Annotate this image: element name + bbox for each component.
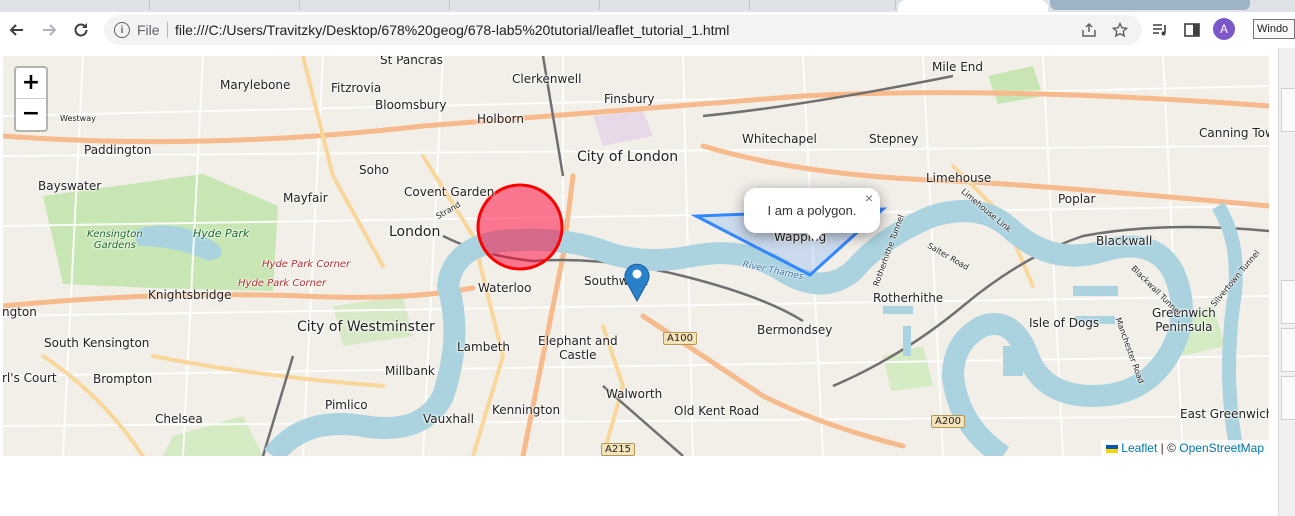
road-shield: A100 <box>663 332 697 345</box>
back-arrow-icon[interactable] <box>5 18 29 42</box>
place-label: Old Kent Road <box>674 404 760 418</box>
park-label: Hyde Park <box>193 227 250 240</box>
place-label: Chelsea <box>155 412 203 426</box>
road-shield: A215 <box>601 443 635 456</box>
place-label: Pimlico <box>325 398 368 412</box>
place-label: Poplar <box>1058 192 1096 206</box>
place-label: Paddington <box>84 143 152 157</box>
place-label: Blackwall <box>1096 234 1153 248</box>
browser-tab[interactable] <box>452 0 600 10</box>
profile-avatar[interactable]: A <box>1213 18 1235 40</box>
place-label: Bayswater <box>38 179 102 193</box>
place-label: Soho <box>359 163 389 177</box>
place-label: City of London <box>577 149 679 165</box>
popup-tip <box>806 232 824 241</box>
place-label: Knightsbridge <box>148 288 232 302</box>
zoom-out-button[interactable]: − <box>16 98 46 128</box>
osm-link[interactable]: OpenStreetMap <box>1179 441 1264 455</box>
place-label: Bermondsey <box>757 323 833 337</box>
road-shield: A200 <box>931 415 965 428</box>
place-label: Mayfair <box>283 191 328 205</box>
place-label: Bloomsbury <box>375 98 447 112</box>
popup-close-button[interactable]: × <box>862 191 876 205</box>
place-label: rl's Court <box>3 371 57 385</box>
forward-arrow-icon[interactable] <box>37 18 61 42</box>
browser-toolbar: i File file:///C:/Users/Travitzky/Deskto… <box>0 12 1295 48</box>
map-attribution: Leaflet | © OpenStreetMap <box>1101 440 1269 456</box>
browser-tab[interactable] <box>302 0 450 10</box>
park-label: Kensington Gardens <box>87 229 143 251</box>
place-label: Limehouse <box>926 171 992 185</box>
road-label: Hyde Park Corner <box>262 259 351 270</box>
address-bar[interactable]: i File file:///C:/Users/Travitzky/Deskto… <box>104 15 1142 45</box>
window-tooltip: Windo <box>1253 19 1295 39</box>
taskbar-item[interactable] <box>1281 328 1295 372</box>
place-label: Kennington <box>492 403 561 417</box>
place-label: Isle of Dogs <box>1029 316 1100 330</box>
tab-strip <box>0 0 1295 12</box>
place-label: Waterloo <box>478 281 532 295</box>
place-label: Finsbury <box>604 92 655 106</box>
place-label: South Kensington <box>44 336 150 350</box>
place-label: Millbank <box>385 364 435 378</box>
window-controls[interactable] <box>1050 0 1250 10</box>
place-label: Canning Town <box>1199 126 1269 140</box>
zoom-control: + − <box>14 66 48 132</box>
leaflet-link[interactable]: Leaflet <box>1121 441 1157 455</box>
place-label: Clerkenwell <box>512 72 582 86</box>
place-label: Holborn <box>477 112 524 126</box>
place-label: East Greenwich <box>1180 407 1269 421</box>
place-label: Brompton <box>93 372 153 386</box>
place-label: Rotherhithe <box>873 291 944 305</box>
place-label: Whitechapel <box>742 132 817 146</box>
place-label: Elephant and Castle <box>538 334 618 362</box>
taskbar-item[interactable] <box>1281 376 1295 420</box>
leaflet-map[interactable]: St Pancras Clerkenwell Mile End Marylebo… <box>3 56 1269 456</box>
place-label: ngton <box>3 305 37 319</box>
popup-content: I am a polygon. <box>767 203 857 218</box>
star-icon[interactable] <box>1110 20 1130 40</box>
place-label: Covent Garden <box>404 185 495 199</box>
taskbar-item[interactable] <box>1281 280 1295 324</box>
place-label: City of Westminster <box>297 319 435 335</box>
browser-tab[interactable] <box>152 0 300 10</box>
zoom-in-button[interactable]: + <box>16 68 46 98</box>
place-label: London <box>389 224 441 240</box>
ukraine-flag-icon <box>1106 445 1119 453</box>
place-label: St Pancras <box>380 56 443 67</box>
place-label: Stepney <box>869 132 919 146</box>
taskbar-item[interactable] <box>1281 88 1295 132</box>
side-taskbar <box>1278 48 1295 516</box>
media-queue-icon[interactable] <box>1148 18 1172 42</box>
browser-tab[interactable] <box>752 0 896 10</box>
place-label: Walworth <box>606 387 663 401</box>
reload-icon[interactable] <box>69 18 93 42</box>
road-label: Hyde Park Corner <box>238 278 327 289</box>
place-label: Vauxhall <box>423 412 474 426</box>
attribution-separator: | © <box>1157 441 1180 455</box>
place-label: Marylebone <box>220 78 291 92</box>
url-text[interactable]: file:///C:/Users/Travitzky/Desktop/678%2… <box>175 22 729 38</box>
info-icon[interactable]: i <box>114 22 130 38</box>
place-label: Mile End <box>932 60 984 74</box>
browser-tab[interactable] <box>602 0 750 10</box>
place-label: Greenwich Peninsula <box>1152 306 1216 334</box>
share-icon[interactable] <box>1079 20 1099 40</box>
place-label: Fitzrovia <box>331 81 382 95</box>
road-label: Westway <box>60 114 96 123</box>
polygon-popup: I am a polygon. × <box>744 188 880 241</box>
scheme-label: File <box>137 22 160 38</box>
separator <box>167 22 168 38</box>
place-label: Lambeth <box>457 340 511 354</box>
side-panel-icon[interactable] <box>1180 18 1204 42</box>
map-marker-icon[interactable] <box>624 261 650 302</box>
browser-tab[interactable] <box>0 0 150 10</box>
active-tab[interactable] <box>898 0 1048 12</box>
